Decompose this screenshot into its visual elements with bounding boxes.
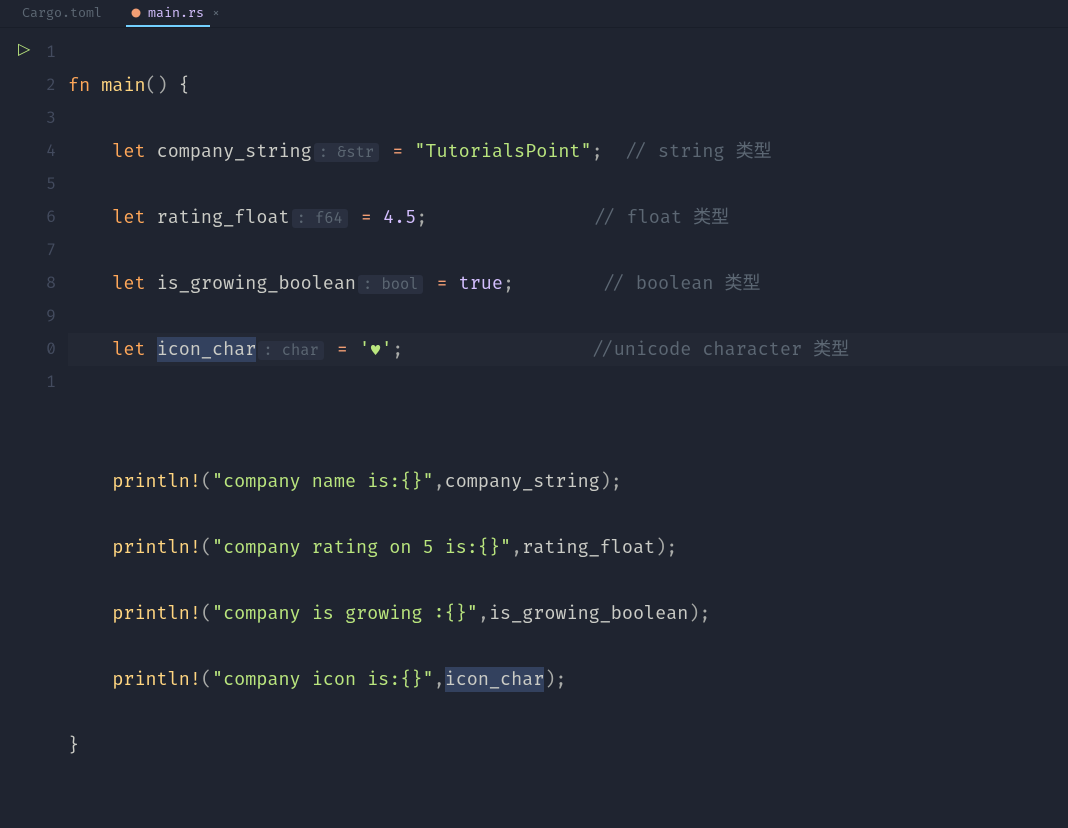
code-line bbox=[68, 399, 1068, 432]
line-number: 0 bbox=[0, 333, 56, 366]
line-number-gutter: ▷ 1 2 3 4 5 6 7 8 9 0 1 bbox=[0, 28, 68, 585]
code-area[interactable]: fn main() { let company_string: &str = "… bbox=[68, 28, 1068, 585]
line-number: 6 bbox=[0, 201, 56, 234]
run-icon[interactable]: ▷ bbox=[18, 39, 30, 59]
line-number: 4 bbox=[0, 135, 56, 168]
code-line: let company_string: &str = "TutorialsPoi… bbox=[68, 135, 1068, 168]
code-line: } bbox=[68, 729, 1068, 762]
code-line: fn main() { bbox=[68, 69, 1068, 102]
editor[interactable]: ▷ 1 2 3 4 5 6 7 8 9 0 1 fn main() { let … bbox=[0, 28, 1068, 585]
selection: icon_char bbox=[445, 667, 545, 692]
close-icon[interactable]: × bbox=[212, 5, 220, 21]
code-line: println!("company rating on 5 is:{}",rat… bbox=[68, 531, 1068, 564]
selection: icon_char bbox=[157, 337, 257, 362]
type-hint: : f64 bbox=[292, 209, 348, 228]
type-hint: : &str bbox=[314, 143, 379, 162]
line-number: 1 bbox=[0, 366, 56, 399]
tab-bar: Cargo.toml main.rs × bbox=[0, 0, 1068, 28]
tab-label: main.rs bbox=[148, 5, 204, 21]
code-line: println!("company icon is:{}",icon_char)… bbox=[68, 663, 1068, 696]
type-hint: : bool bbox=[358, 275, 423, 294]
line-number: 5 bbox=[0, 168, 56, 201]
code-line: println!("company is growing :{}",is_gro… bbox=[68, 597, 1068, 630]
rust-file-icon bbox=[130, 7, 142, 19]
line-number: 3 bbox=[0, 102, 56, 135]
tab-label: Cargo.toml bbox=[22, 5, 102, 21]
code-line-active: let icon_char: char = '♥'; //unicode cha… bbox=[68, 333, 1068, 366]
code-line: let rating_float: f64 = 4.5; // float 类型 bbox=[68, 201, 1068, 234]
type-hint: : char bbox=[258, 341, 323, 360]
tab-cargo-toml[interactable]: Cargo.toml bbox=[8, 1, 116, 27]
line-number: 2 bbox=[0, 69, 56, 102]
line-number: 9 bbox=[0, 300, 56, 333]
line-number: 8 bbox=[0, 267, 56, 300]
tab-main-rs[interactable]: main.rs × bbox=[116, 1, 234, 27]
code-line: println!("company name is:{}",company_st… bbox=[68, 465, 1068, 498]
code-line: let is_growing_boolean: bool = true; // … bbox=[68, 267, 1068, 300]
line-number: 7 bbox=[0, 234, 56, 267]
